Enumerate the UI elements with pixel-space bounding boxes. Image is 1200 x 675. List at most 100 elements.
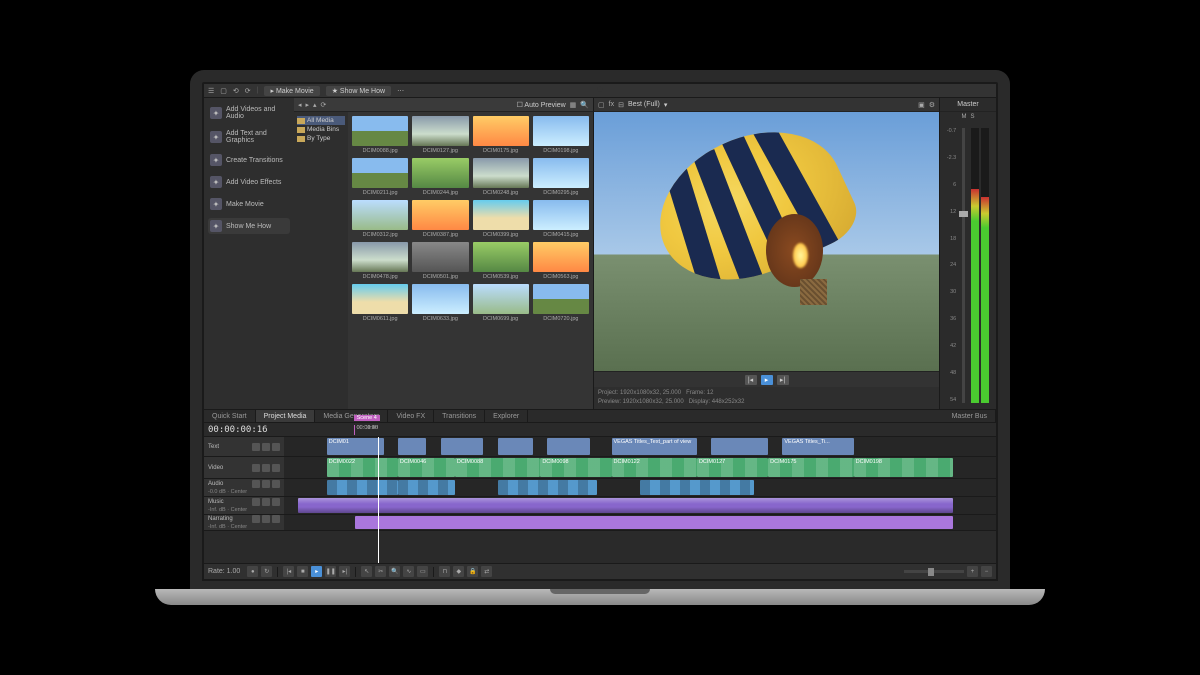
split-icon[interactable]: ⊟: [618, 101, 624, 109]
timeline-clip[interactable]: DCIM0127: [697, 458, 768, 477]
ripple-button[interactable]: ⇄: [481, 566, 492, 577]
play-button[interactable]: ▸: [761, 375, 773, 385]
menu-icon[interactable]: ▢: [220, 87, 227, 95]
track-fx-icon[interactable]: [272, 443, 280, 451]
sidebar-item[interactable]: ✦Add Videos and Audio: [208, 104, 290, 122]
fx-icon[interactable]: fx: [609, 101, 614, 108]
master-bus-tab[interactable]: Master Bus: [944, 410, 996, 422]
snap-button[interactable]: ⊓: [439, 566, 450, 577]
track-lane[interactable]: DCIM01 VEGAS Titles_Text_part of view VEGA…: [284, 437, 996, 456]
menu-icon[interactable]: ⋯: [397, 87, 404, 95]
timeline-clip[interactable]: [441, 438, 484, 455]
timeline-clip[interactable]: [498, 480, 598, 495]
track-mute-icon[interactable]: [252, 515, 260, 523]
quality-dropdown[interactable]: Best (Full): [628, 101, 660, 108]
track-solo-icon[interactable]: [262, 515, 270, 523]
track-fx-icon[interactable]: [272, 480, 280, 488]
timeline-clip[interactable]: DCIM0088: [455, 458, 540, 477]
next-frame-button[interactable]: ▸|: [777, 375, 789, 385]
timeline-clip[interactable]: VEGAS Titles_Ti...: [782, 438, 853, 455]
make-movie-button[interactable]: ▸ Make Movie: [264, 86, 319, 96]
sidebar-item[interactable]: ✦Add Text and Graphics: [208, 128, 290, 146]
timeline-clip[interactable]: [498, 438, 534, 455]
track-mute-icon[interactable]: [252, 464, 260, 472]
workspace-tab[interactable]: Explorer: [485, 410, 528, 422]
timeline-clip[interactable]: DCIM0098: [540, 458, 611, 477]
menu-icon[interactable]: ⟳: [245, 87, 251, 95]
track-fx-icon[interactable]: [272, 464, 280, 472]
media-thumbnail[interactable]: DCIM0415.jpg: [533, 200, 589, 238]
sidebar-item[interactable]: ✦Add Video Effects: [208, 174, 290, 190]
media-thumbnail[interactable]: DCIM0248.jpg: [473, 158, 529, 196]
timeline-clip[interactable]: DCIM0122: [612, 458, 697, 477]
tree-item[interactable]: Media Bins: [297, 125, 345, 134]
workspace-tab[interactable]: Project Media: [256, 410, 316, 422]
media-thumbnail[interactable]: DCIM0244.jpg: [412, 158, 468, 196]
timeline-clip[interactable]: [327, 480, 398, 495]
menu-icon[interactable]: ☰: [208, 87, 214, 95]
track-header[interactable]: Text: [204, 437, 284, 456]
workspace-tab[interactable]: Transitions: [434, 410, 485, 422]
media-thumbnail[interactable]: DCIM0198.jpg: [533, 116, 589, 154]
timeline-clip[interactable]: DCIM0046: [398, 458, 455, 477]
track-fx-icon[interactable]: [272, 498, 280, 506]
lock-button[interactable]: 🔒: [467, 566, 478, 577]
track-header[interactable]: Narrating-Inf. dB · Center: [204, 515, 284, 530]
timeline-clip[interactable]: [640, 480, 754, 495]
track-mute-icon[interactable]: [252, 480, 260, 488]
track-lane[interactable]: [284, 479, 996, 496]
refresh-icon[interactable]: ⟳: [321, 101, 327, 109]
forward-icon[interactable]: ▸: [306, 101, 310, 109]
track-solo-icon[interactable]: [262, 443, 270, 451]
media-thumbnail[interactable]: DCIM0295.jpg: [533, 158, 589, 196]
record-button[interactable]: ●: [247, 566, 258, 577]
zoom-slider[interactable]: [904, 570, 964, 573]
playback-rate[interactable]: Rate: 1.00: [208, 568, 240, 575]
sidebar-item[interactable]: ✦Create Transitions: [208, 152, 290, 168]
zoom-out-button[interactable]: −: [981, 566, 992, 577]
track-header[interactable]: Audio-0.0 dB · Center: [204, 479, 284, 496]
master-fader[interactable]: [962, 128, 965, 403]
media-thumbnail[interactable]: DCIM0539.jpg: [473, 242, 529, 280]
settings-icon[interactable]: ⚙: [929, 101, 935, 109]
sidebar-item[interactable]: ✦Show Me How: [208, 218, 290, 234]
tool-envelope[interactable]: ∿: [403, 566, 414, 577]
loop-button[interactable]: ↻: [261, 566, 272, 577]
track-solo-icon[interactable]: [262, 464, 270, 472]
timeline-clip[interactable]: [298, 498, 953, 513]
timeline-clip[interactable]: DCIM01: [327, 438, 384, 455]
workspace-tab[interactable]: Video FX: [388, 410, 434, 422]
timeline-clip[interactable]: [398, 480, 455, 495]
playhead[interactable]: [378, 437, 379, 563]
track-mute-icon[interactable]: [252, 498, 260, 506]
prev-frame-button[interactable]: |◂: [745, 375, 757, 385]
up-icon[interactable]: ▴: [313, 101, 317, 109]
track-fx-icon[interactable]: [272, 515, 280, 523]
media-thumbnail[interactable]: DCIM0699.jpg: [473, 284, 529, 322]
timeline-clip[interactable]: [547, 438, 590, 455]
go-start-button[interactable]: |◂: [283, 566, 294, 577]
media-thumbnail[interactable]: DCIM0478.jpg: [352, 242, 408, 280]
menu-icon[interactable]: ⟲: [233, 87, 239, 95]
chevron-down-icon[interactable]: ▾: [664, 101, 668, 109]
track-lane[interactable]: [284, 497, 996, 514]
track-header[interactable]: Video: [204, 457, 284, 478]
timeline-clip[interactable]: DCIM0175: [768, 458, 853, 477]
tool-select[interactable]: ▭: [417, 566, 428, 577]
external-monitor-icon[interactable]: ▣: [918, 101, 925, 109]
track-solo-icon[interactable]: [262, 480, 270, 488]
track-solo-icon[interactable]: [262, 498, 270, 506]
timeline-clip[interactable]: VEGAS Titles_Text_part of view: [612, 438, 697, 455]
media-thumbnail[interactable]: DCIM0501.jpg: [412, 242, 468, 280]
timeline-clip[interactable]: [355, 516, 953, 529]
pause-button[interactable]: ❚❚: [325, 566, 336, 577]
timeline-marker[interactable]: Scene 4: [354, 425, 355, 435]
timeline-clip[interactable]: DCIM0022: [327, 458, 398, 477]
media-thumbnail[interactable]: DCIM0633.jpg: [412, 284, 468, 322]
track-header[interactable]: Music-Inf. dB · Center: [204, 497, 284, 514]
media-thumbnail[interactable]: DCIM0088.jpg: [352, 116, 408, 154]
track-lane[interactable]: DCIM0022DCIM0046DCIM0088DCIM0098DCIM0122…: [284, 457, 996, 478]
tool-zoom[interactable]: 🔍: [389, 566, 400, 577]
marker-button[interactable]: ◆: [453, 566, 464, 577]
stop-button[interactable]: ■: [297, 566, 308, 577]
